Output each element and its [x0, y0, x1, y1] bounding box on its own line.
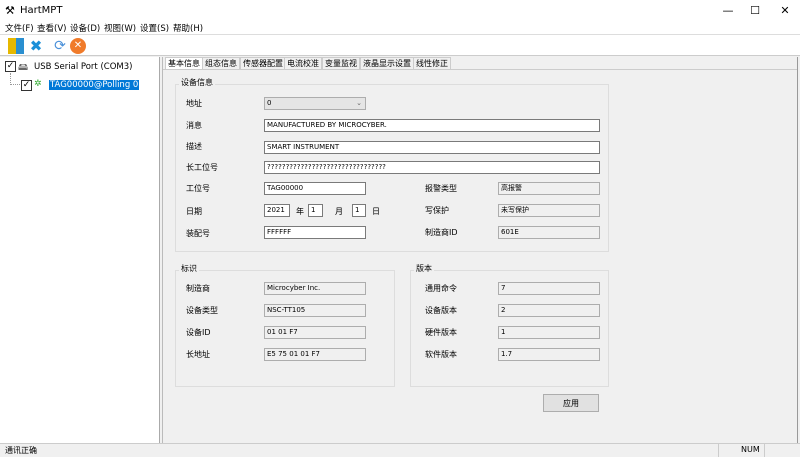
long-tag-label: 长工位号	[186, 163, 218, 172]
tab-sensor-config[interactable]: 传感器配置	[240, 57, 286, 69]
stop-icon[interactable]: ✕	[70, 38, 86, 54]
num-lock-indicator: NUM	[741, 445, 760, 454]
manufacturer-label: 制造商	[186, 284, 210, 293]
apply-button[interactable]: 应用	[543, 394, 599, 412]
device-checkbox[interactable]: ✓	[21, 80, 32, 91]
write-protect-label: 写保护	[425, 206, 449, 215]
title-bar: ⚒ HartMPT — ☐ ✕	[0, 0, 800, 22]
close-button[interactable]: ✕	[767, 0, 800, 22]
chevron-down-icon: ⌄	[356, 99, 362, 107]
tab-lcd-settings[interactable]: 液晶显示设置	[360, 57, 414, 69]
software-field: 1.7	[498, 348, 600, 361]
universal-field: 7	[498, 282, 600, 295]
month-field[interactable]: 1	[308, 204, 323, 217]
message-label: 消息	[186, 121, 202, 130]
day-unit: 日	[372, 207, 380, 216]
tag-label: 工位号	[186, 184, 210, 193]
universal-label: 通用命令	[425, 284, 457, 293]
device-rev-label: 设备版本	[425, 306, 457, 315]
menu-file[interactable]: 文件(F)	[5, 22, 34, 34]
address-label: 地址	[186, 99, 202, 108]
identity-title: 标识	[179, 263, 199, 274]
menu-view[interactable]: 查看(V)	[37, 22, 66, 34]
device-type-label: 设备类型	[186, 306, 218, 315]
manufacturer-id-label: 制造商ID	[425, 228, 458, 237]
device-type-field: NSC-TT105	[264, 304, 366, 317]
menu-settings[interactable]: 设置(S)	[140, 22, 169, 34]
connect-icon[interactable]	[8, 38, 24, 54]
tree-connector	[10, 73, 20, 85]
descriptor-field[interactable]: SMART INSTRUMENT	[264, 141, 600, 154]
version-title: 版本	[414, 263, 434, 274]
menu-window[interactable]: 视图(W)	[104, 22, 136, 34]
hardware-label: 硬件版本	[425, 328, 457, 337]
app-icon: ⚒	[5, 4, 15, 17]
window-title: HartMPT	[20, 5, 63, 16]
menu-bar: 文件(F) 查看(V) 设备(D) 视图(W) 设置(S) 帮助(H)	[0, 22, 800, 34]
tag-field[interactable]: TAG00000	[264, 182, 366, 195]
tab-config-info[interactable]: 组态信息	[202, 57, 240, 69]
manufacturer-id-field: 601E	[498, 226, 600, 239]
message-field[interactable]: MANUFACTURED BY MICROCYBER.	[264, 119, 600, 132]
tab-current-calibration[interactable]: 电流校准	[284, 57, 322, 69]
long-address-label: 长地址	[186, 350, 210, 359]
status-divider	[764, 444, 765, 457]
manufacturer-field: Microcyber Inc.	[264, 282, 366, 295]
long-tag-field[interactable]: ????????????????????????????????	[264, 161, 600, 174]
menu-help[interactable]: 帮助(H)	[173, 22, 203, 34]
software-label: 软件版本	[425, 350, 457, 359]
alarm-label: 报警类型	[425, 184, 457, 193]
device-icon: ✲	[34, 79, 42, 89]
long-address-field: E5 75 01 01 F7	[264, 348, 366, 361]
tab-linear-correction[interactable]: 线性修正	[413, 57, 451, 69]
tab-variable-monitor[interactable]: 变量监视	[322, 57, 360, 69]
alarm-field: 高报警	[498, 182, 600, 195]
status-message: 通讯正确	[5, 446, 37, 455]
device-tree: ✓ 🖴 USB Serial Port (COM3) ✓ ✲ TAG00000@…	[0, 57, 160, 443]
tree-device-item[interactable]: TAG00000@Polling 0	[49, 80, 140, 90]
port-checkbox[interactable]: ✓	[5, 61, 16, 72]
assembly-field[interactable]: FFFFFF	[264, 226, 366, 239]
address-dropdown[interactable]: 0 ⌄	[264, 97, 366, 110]
day-field[interactable]: 1	[352, 204, 366, 217]
assembly-label: 装配号	[186, 229, 210, 238]
disconnect-icon[interactable]: ✖	[28, 38, 44, 54]
refresh-icon[interactable]: ⟳	[52, 38, 68, 54]
device-id-field: 01 01 F7	[264, 326, 366, 339]
write-protect-field: 未写保护	[498, 204, 600, 217]
toolbar: ✖ ⟳ ✕	[0, 34, 800, 56]
menu-device[interactable]: 设备(D)	[70, 22, 100, 34]
hardware-field: 1	[498, 326, 600, 339]
tab-basic-info[interactable]: 基本信息	[165, 57, 203, 69]
status-bar: 通讯正确 NUM	[0, 443, 800, 457]
year-unit: 年	[296, 207, 304, 216]
date-label: 日期	[186, 207, 202, 216]
tree-port-item[interactable]: USB Serial Port (COM3)	[34, 62, 132, 72]
device-rev-field: 2	[498, 304, 600, 317]
device-id-label: 设备ID	[186, 328, 211, 337]
month-unit: 月	[335, 207, 343, 216]
year-field[interactable]: 2021	[264, 204, 290, 217]
address-value: 0	[267, 99, 272, 107]
device-info-title: 设备信息	[179, 77, 215, 88]
status-divider	[718, 444, 719, 457]
descriptor-label: 描述	[186, 142, 202, 151]
